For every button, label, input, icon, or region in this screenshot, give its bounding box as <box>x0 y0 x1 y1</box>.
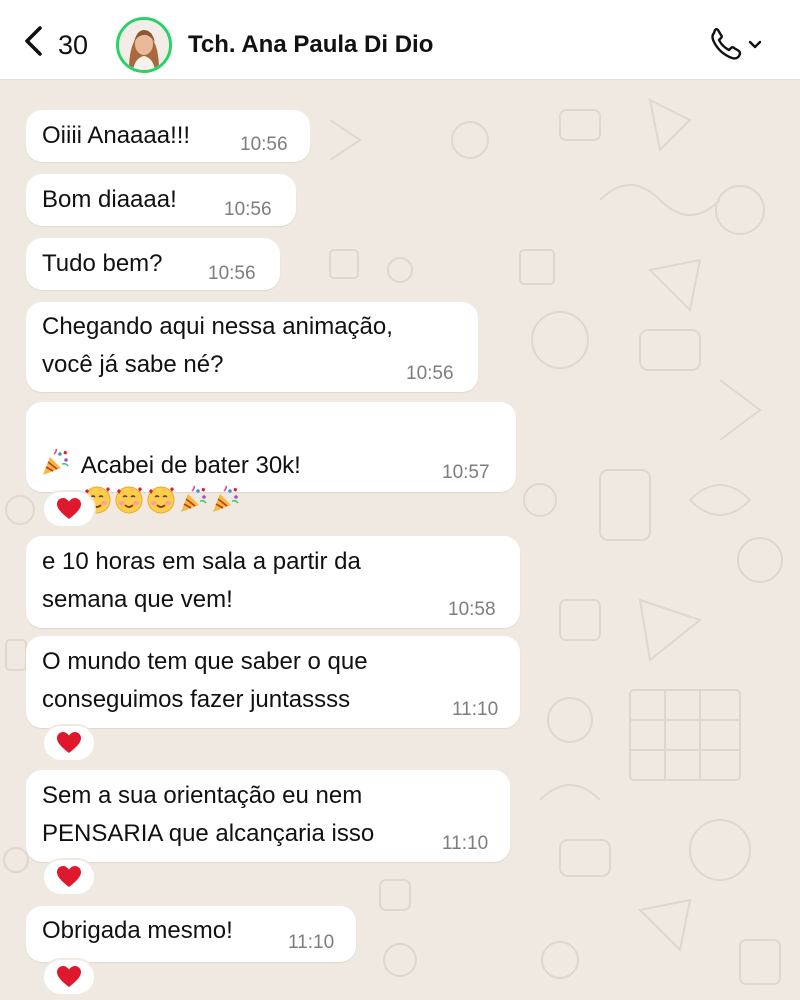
chat-header: 30 Tch. Ana Paula Di Dio <box>0 0 800 80</box>
message-text: Obrigada mesmo! <box>42 917 233 944</box>
message-bubble[interactable]: Oiiii Anaaaa!!! 10:56 <box>26 110 310 162</box>
emoji-row <box>40 448 72 479</box>
chevron-down-icon <box>748 40 762 49</box>
message-text: O mundo tem que saber o que conseguimos … <box>42 648 368 713</box>
message-text: Bom diaaaa! <box>42 186 177 213</box>
message-text: e 10 horas em sala a partir da semana qu… <box>42 548 361 613</box>
party-popper-icon <box>178 485 210 517</box>
reaction-heart[interactable] <box>42 958 96 996</box>
message-text: Tudo bem? <box>42 250 163 277</box>
message-time: 11:10 <box>288 932 335 953</box>
message-bubble[interactable]: Bom diaaaa! 10:56 <box>26 174 296 226</box>
message-text: Chegando aqui nessa animação, você já sa… <box>42 313 393 378</box>
message-bubble[interactable]: O mundo tem que saber o que conseguimos … <box>26 636 520 728</box>
unread-count[interactable]: 30 <box>58 30 88 60</box>
emoji-row <box>82 485 242 517</box>
contact-avatar[interactable] <box>116 17 172 73</box>
reaction-heart[interactable] <box>42 724 96 762</box>
message-time: 10:56 <box>208 263 256 284</box>
message-bubble[interactable]: Tudo bem? 10:56 <box>26 238 280 290</box>
message-bubble[interactable]: Acabei de bater 30k! 10:57 <box>26 402 516 514</box>
phone-icon[interactable] <box>708 27 768 61</box>
message-time: 10:56 <box>406 363 454 384</box>
message-time: 10:57 <box>442 462 490 483</box>
back-chevron-icon[interactable] <box>20 24 50 58</box>
message-text: Sem a sua orientação eu nem PENSARIA que… <box>42 782 375 847</box>
message-time: 10:56 <box>240 134 288 155</box>
red-heart-icon <box>57 966 81 987</box>
red-heart-icon <box>57 498 81 519</box>
message-bubble[interactable]: e 10 horas em sala a partir da semana qu… <box>26 536 520 628</box>
reaction-heart[interactable] <box>42 858 96 896</box>
face-with-hearts-icon <box>114 486 146 517</box>
avatar-photo <box>119 20 169 70</box>
chat-area[interactable]: Oiiii Anaaaa!!! 10:56 Bom diaaaa! 10:56 … <box>0 80 800 1000</box>
message-bubble[interactable]: Obrigada mesmo! 11:10 <box>26 906 356 962</box>
message-bubble[interactable]: Chegando aqui nessa animação, você já sa… <box>26 302 478 392</box>
message-time: 10:56 <box>224 199 272 220</box>
message-time: 11:10 <box>442 833 489 854</box>
party-popper-icon <box>210 485 242 517</box>
message-text: Oiiii Anaaaa!!! <box>42 122 191 149</box>
message-text-content: Acabei de bater 30k! <box>80 452 301 479</box>
face-with-hearts-icon <box>146 486 178 517</box>
red-heart-icon <box>57 866 81 887</box>
message-time: 11:10 <box>452 699 499 720</box>
party-popper-icon <box>40 448 72 478</box>
message-time: 10:58 <box>448 599 496 620</box>
reaction-heart[interactable] <box>42 490 96 528</box>
message-bubble[interactable]: Sem a sua orientação eu nem PENSARIA que… <box>26 770 510 862</box>
red-heart-icon <box>57 732 81 753</box>
contact-name[interactable]: Tch. Ana Paula Di Dio <box>188 31 433 59</box>
